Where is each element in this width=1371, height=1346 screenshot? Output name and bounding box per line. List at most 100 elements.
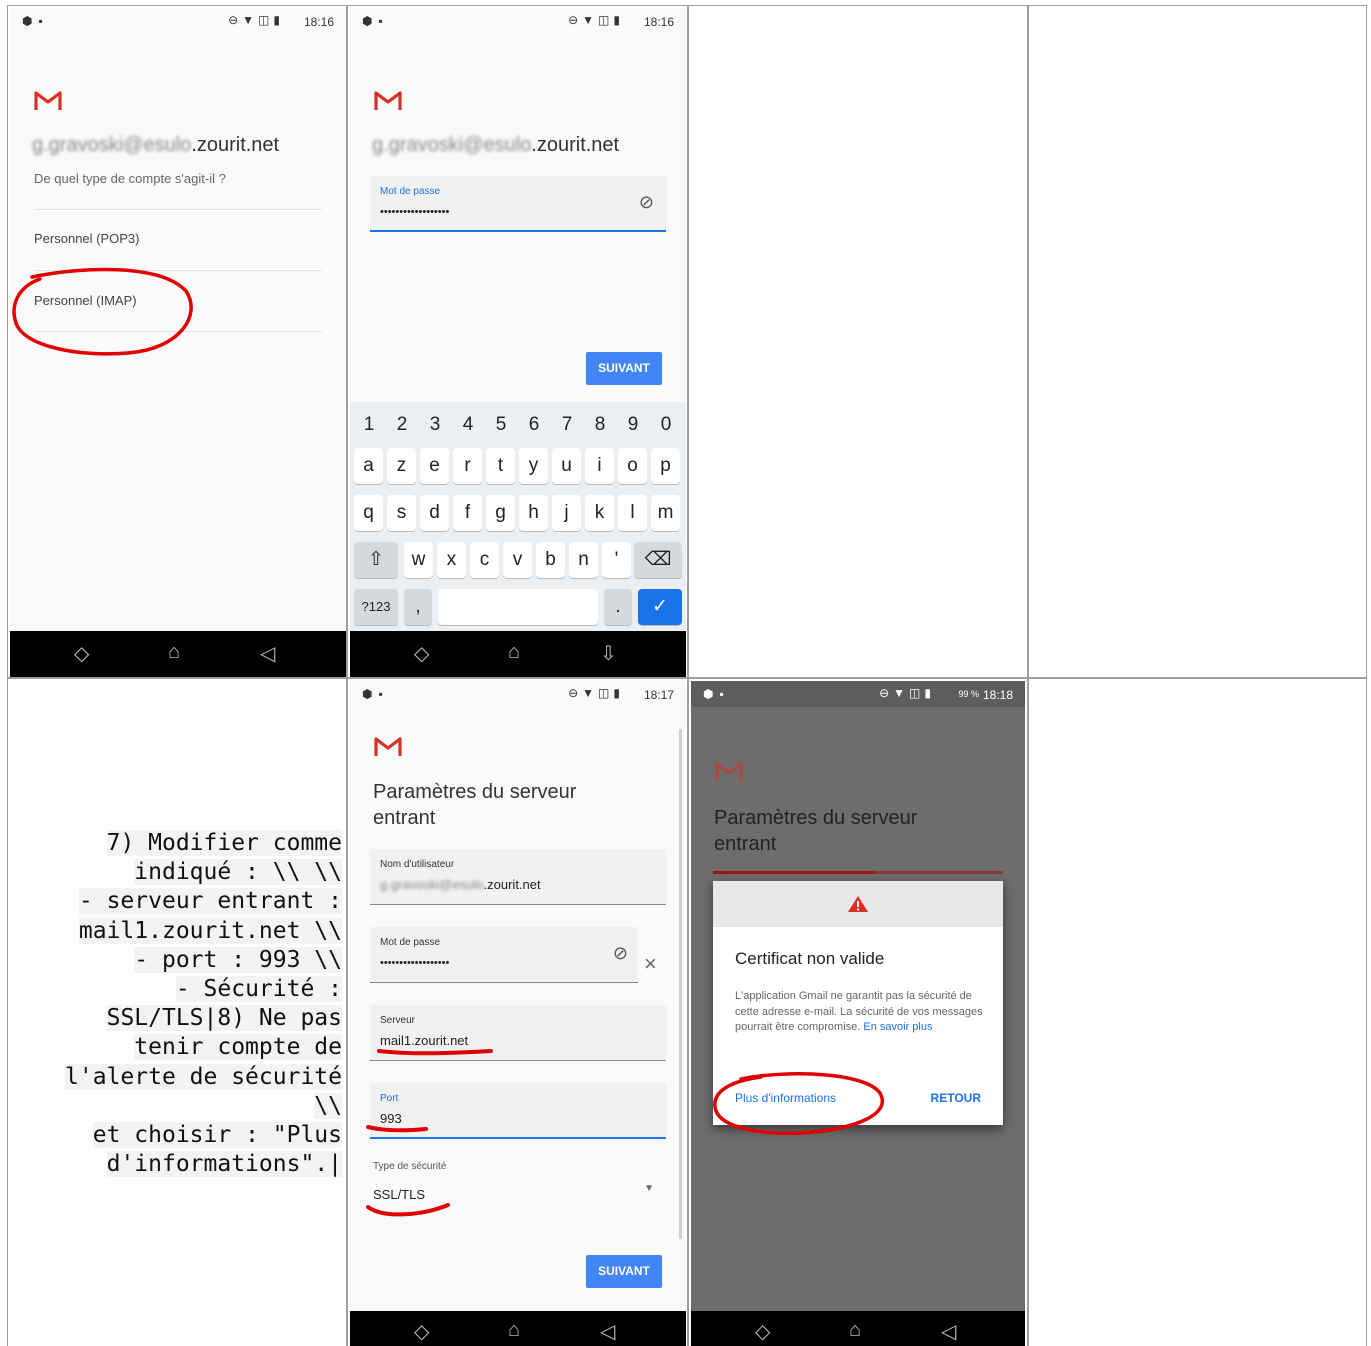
key-u[interactable]: u [552, 448, 581, 484]
back-nav-icon[interactable]: ◁ [600, 1319, 615, 1344]
password-input[interactable]: •••••••••••••••••• [380, 206, 449, 218]
key-q[interactable]: q [354, 495, 383, 531]
home-nav-icon[interactable]: ⌂ [849, 1319, 861, 1342]
progress-bar [713, 871, 1003, 874]
key-b[interactable]: b [536, 542, 565, 578]
back-button[interactable]: RETOUR [931, 1091, 981, 1105]
enter-key[interactable]: ✓ [638, 589, 682, 625]
symbols-key[interactable]: ?123 [354, 589, 398, 625]
more-info-button[interactable]: Plus d'informations [735, 1091, 836, 1105]
key-1[interactable]: 1 [354, 410, 384, 440]
next-button[interactable]: SUIVANT [586, 352, 662, 385]
home-nav-icon[interactable]: ⌂ [508, 641, 520, 664]
username-label: Nom d'utilisateur [380, 859, 455, 870]
next-button[interactable]: SUIVANT [586, 1255, 662, 1288]
period-key[interactable]: . [604, 589, 632, 625]
key-t[interactable]: t [486, 448, 515, 484]
cell-empty [1028, 678, 1367, 1346]
learn-more-link[interactable]: En savoir plus [863, 1021, 932, 1033]
home-nav-icon[interactable]: ⌂ [508, 1319, 520, 1342]
key-e[interactable]: e [420, 448, 449, 484]
system-icons: ⊖▼◫▮ [228, 13, 284, 27]
key-5[interactable]: 5 [486, 410, 516, 440]
recents-nav-icon[interactable]: ◇ [414, 1319, 429, 1344]
space-key[interactable] [438, 589, 598, 625]
hide-keyboard-nav-icon[interactable]: ⇩ [600, 641, 617, 666]
dropdown-arrow-icon: ▼ [644, 1183, 654, 1194]
key-o[interactable]: o [618, 448, 647, 484]
divider [34, 270, 322, 271]
instruction-line: l'alerte de sécurité [65, 1063, 342, 1090]
notification-icons: ⬢▪ [362, 687, 389, 701]
key-6[interactable]: 6 [519, 410, 549, 440]
notification-icons: ⬢▪ [703, 687, 730, 701]
password-field[interactable]: Mot de passe •••••••••••••••••• ⊘ [370, 927, 638, 983]
server-field[interactable]: Serveur mail1.zourit.net [370, 1005, 666, 1061]
key-7[interactable]: 7 [552, 410, 582, 440]
key-3[interactable]: 3 [420, 410, 450, 440]
back-nav-icon[interactable]: ◁ [260, 641, 275, 666]
key-2[interactable]: 2 [387, 410, 417, 440]
key-r[interactable]: r [453, 448, 482, 484]
key-n[interactable]: n [569, 542, 598, 578]
key-a[interactable]: a [354, 448, 383, 484]
status-bar: ⬢▪ ⊖▼◫▮ 18:17 [350, 681, 686, 707]
back-nav-icon[interactable]: ◁ [941, 1319, 956, 1344]
key-g[interactable]: g [486, 495, 515, 531]
username-value[interactable]: g.gravoski@esulo.zourit.net [380, 877, 541, 892]
option-imap[interactable]: Personnel (IMAP) [34, 293, 137, 308]
key-m[interactable]: m [651, 495, 680, 531]
password-input[interactable]: •••••••••••••••••• [380, 957, 449, 969]
key-z[interactable]: z [387, 448, 416, 484]
instruction-line: tenir compte de [134, 1034, 342, 1061]
divider [34, 331, 322, 332]
key-j[interactable]: j [552, 495, 581, 531]
instruction-line: - serveur entrant : [78, 888, 342, 915]
username-field[interactable]: Nom d'utilisateur g.gravoski@esulo.zouri… [370, 849, 666, 905]
recents-nav-icon[interactable]: ◇ [755, 1319, 770, 1344]
recents-nav-icon[interactable]: ◇ [74, 641, 89, 666]
key-d[interactable]: d [420, 495, 449, 531]
comma-key[interactable]: , [404, 589, 432, 625]
key-0[interactable]: 0 [651, 410, 681, 440]
clear-icon[interactable]: × [644, 951, 657, 977]
key-x[interactable]: x [437, 542, 466, 578]
account-type-question: De quel type de compte s'agit-il ? [34, 171, 226, 186]
option-pop3[interactable]: Personnel (POP3) [34, 231, 140, 246]
key-y[interactable]: y [519, 448, 548, 484]
instruction-line: indiqué : \\ \\ [134, 859, 342, 886]
status-time: 18:18 [982, 688, 1013, 702]
key-h[interactable]: h [519, 495, 548, 531]
home-nav-icon[interactable]: ⌂ [168, 641, 180, 664]
key-apostrophe[interactable]: ' [602, 542, 631, 578]
password-field[interactable]: Mot de passe •••••••••••••••••• ⊘ [370, 176, 666, 232]
key-i[interactable]: i [585, 448, 614, 484]
key-k[interactable]: k [585, 495, 614, 531]
port-field[interactable]: Port 993 [370, 1083, 666, 1139]
android-nav-bar: ◇ ⌂ ◁ [691, 1311, 1025, 1346]
scrollbar[interactable] [679, 729, 682, 1239]
email-domain: .zourit.net [191, 134, 280, 156]
key-4[interactable]: 4 [453, 410, 483, 440]
shift-key[interactable]: ⇧ [354, 542, 398, 578]
port-input[interactable]: 993 [380, 1111, 402, 1126]
key-f[interactable]: f [453, 495, 482, 531]
cell-screen-certificate: ⬢▪ ⊖▼◫▮ 99 % 18:18 Paramètres du serveur… [688, 678, 1028, 1346]
key-v[interactable]: v [503, 542, 532, 578]
visibility-off-icon[interactable]: ⊘ [613, 943, 628, 964]
key-9[interactable]: 9 [618, 410, 648, 440]
security-type-select[interactable]: SSL/TLS ▼ [370, 1181, 666, 1211]
visibility-off-icon[interactable]: ⊘ [639, 192, 654, 213]
key-s[interactable]: s [387, 495, 416, 531]
recents-nav-icon[interactable]: ◇ [414, 641, 429, 666]
key-8[interactable]: 8 [585, 410, 615, 440]
key-l[interactable]: l [618, 495, 647, 531]
security-type-label: Type de sécurité [373, 1161, 447, 1172]
server-input[interactable]: mail1.zourit.net [380, 1033, 468, 1048]
backspace-key[interactable]: ⌫ [634, 542, 682, 578]
status-bar: ⬢▪ ⊖▼◫▮ 18:16 [350, 8, 686, 34]
key-w[interactable]: w [404, 542, 433, 578]
android-nav-bar: ◇ ⌂ ◁ [350, 1311, 686, 1346]
key-p[interactable]: p [651, 448, 680, 484]
key-c[interactable]: c [470, 542, 499, 578]
